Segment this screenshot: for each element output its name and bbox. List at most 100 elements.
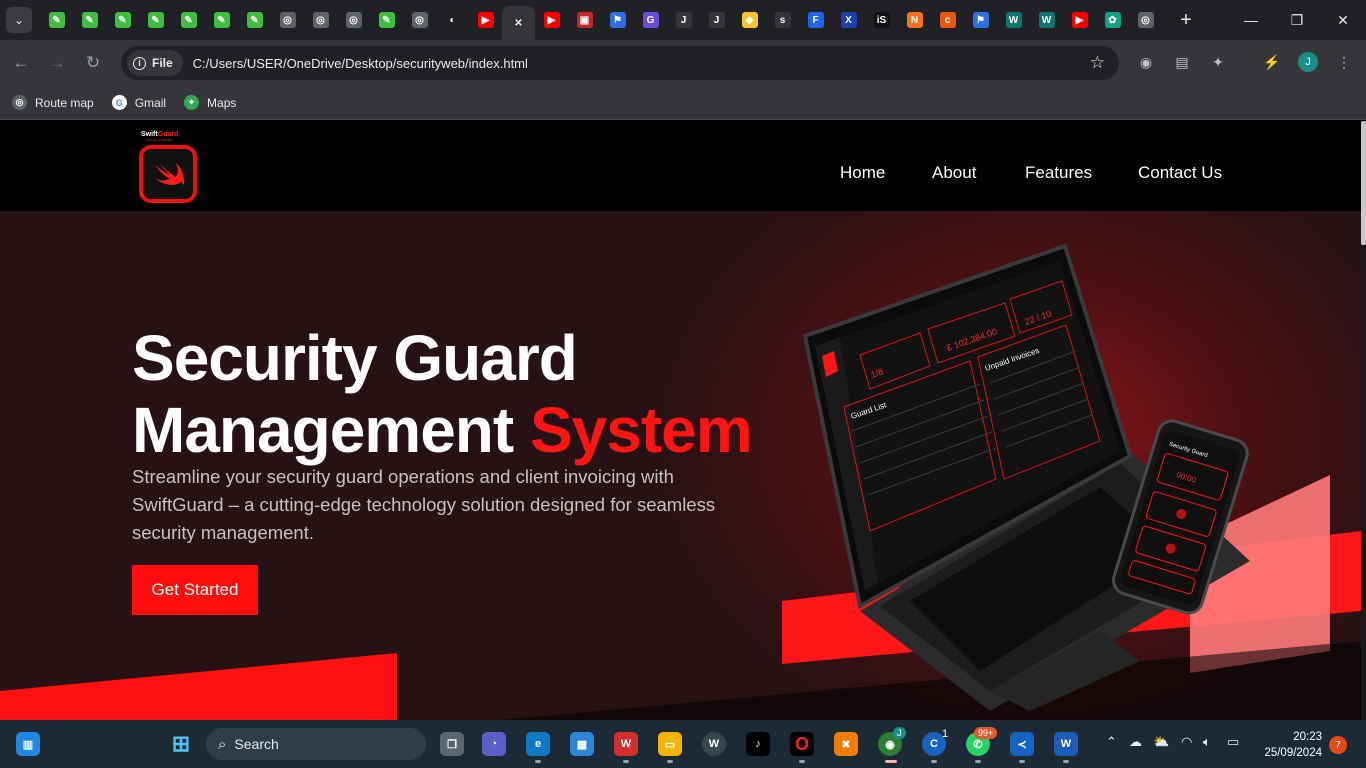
opera-icon[interactable]: O <box>790 732 814 756</box>
explorer-running-dot <box>667 760 673 763</box>
profile-avatar[interactable]: J <box>1297 51 1319 73</box>
scrollbar-thumb[interactable] <box>1361 121 1366 245</box>
browser-tab[interactable]: J <box>700 5 733 35</box>
bookmark-item[interactable]: ⌖ Maps <box>184 95 236 110</box>
page-scrollbar[interactable] <box>1361 121 1366 720</box>
menu-kebab-icon[interactable]: ⋮ <box>1333 51 1355 73</box>
browser-tab[interactable]: s <box>766 5 799 35</box>
back-button[interactable]: ← <box>6 48 36 78</box>
tiktok-icon[interactable]: ♪ <box>746 732 770 756</box>
browser-tab[interactable]: X <box>832 5 865 35</box>
browser-tab[interactable]: ✎ <box>139 5 172 35</box>
minimize-button[interactable]: — <box>1228 0 1274 40</box>
green-leaf-icon: ✎ <box>378 12 395 28</box>
wordpress-icon[interactable]: W <box>702 732 726 756</box>
browser-tab[interactable]: ▶ <box>469 5 502 35</box>
tray-network-alert-icon[interactable]: ☁ <box>1129 734 1142 750</box>
wps-office-icon[interactable]: W <box>614 732 638 756</box>
swiftguard-logo[interactable]: SwiftGuard Security on Standby <box>136 131 200 205</box>
tab-groups-icon[interactable]: ▤ <box>1171 51 1193 73</box>
browser-tab[interactable]: ⚑ <box>964 5 997 35</box>
file-explorer-icon[interactable]: ▭ <box>658 732 682 756</box>
bookmark-item[interactable]: G Gmail <box>111 95 166 110</box>
performance-icon[interactable]: ⚡ <box>1261 51 1283 73</box>
taskbar-search[interactable]: ⌕ Search <box>206 728 426 760</box>
forward-button[interactable]: → <box>42 48 72 78</box>
site-info-button[interactable]: i File <box>127 50 183 76</box>
browser-tab[interactable]: ◎ <box>271 5 304 35</box>
wifi-icon[interactable]: ◠ <box>1181 734 1192 750</box>
browser-tab[interactable]: N <box>898 5 931 35</box>
reload-button[interactable]: ↻ <box>78 48 108 78</box>
edge-icon[interactable]: e <box>526 732 550 756</box>
browser-tab[interactable]: W <box>997 5 1030 35</box>
bookmark-star-icon[interactable]: ☆ <box>1090 53 1105 73</box>
get-started-button[interactable]: Get Started <box>132 565 258 615</box>
browser-tab[interactable]: ◎ <box>304 5 337 35</box>
store-icon[interactable]: ▦ <box>570 732 594 756</box>
github-icon: ◐ <box>444 12 461 28</box>
nav-home[interactable]: Home <box>840 163 885 183</box>
browser-tab[interactable]: ✕ <box>502 6 535 40</box>
bookmarks-bar: ◎ Route map G Gmail ⌖ Maps <box>0 86 1366 120</box>
browser-tab[interactable]: ✎ <box>40 5 73 35</box>
nav-contact-us[interactable]: Contact Us <box>1138 163 1222 183</box>
browser-tab[interactable]: ◎ <box>337 5 370 35</box>
browser-tab[interactable]: F <box>799 5 832 35</box>
browser-tab[interactable]: ◆ <box>733 5 766 35</box>
nav-about[interactable]: About <box>932 163 976 183</box>
browser-tab[interactable]: ▶ <box>1063 5 1096 35</box>
browser-c-running-dot <box>931 760 937 763</box>
whatsapp-badge: 99+ <box>974 727 998 739</box>
browser-tab[interactable]: G <box>634 5 667 35</box>
browser-tab[interactable]: ⚑ <box>601 5 634 35</box>
new-tab-button[interactable]: + <box>1172 6 1200 34</box>
browser-tab[interactable]: ▣ <box>568 5 601 35</box>
sh-icon: s <box>774 12 791 28</box>
bookmark-item[interactable]: ◎ Route map <box>12 95 94 110</box>
volume-icon[interactable]: 🔈︎ <box>1203 734 1211 750</box>
browser-tab[interactable]: ✿ <box>1096 5 1129 35</box>
browser-tab[interactable]: J <box>667 5 700 35</box>
restore-button[interactable]: ❐ <box>1274 0 1320 40</box>
widgets-icon[interactable]: ▥ <box>16 732 40 756</box>
start-button[interactable]: ⊞ <box>169 731 193 756</box>
teams-chat-icon[interactable]: ◔ <box>482 732 506 756</box>
browser-tab[interactable]: ◎ <box>1129 5 1162 35</box>
tray-chevron-up-icon[interactable]: ⌃ <box>1106 734 1117 750</box>
browser-tab[interactable]: ✎ <box>106 5 139 35</box>
extension-icon[interactable]: ◉ <box>1135 51 1157 73</box>
browser-tab[interactable]: ✎ <box>370 5 403 35</box>
xampp-icon[interactable]: ✖ <box>834 732 858 756</box>
vscode-icon[interactable]: ≺ <box>1010 732 1034 756</box>
browser-tab[interactable]: ✎ <box>172 5 205 35</box>
notification-badge[interactable]: 7 <box>1329 736 1347 754</box>
chrome-profile-badge: J <box>893 727 906 739</box>
close-icon[interactable]: ✕ <box>511 15 527 31</box>
extensions-puzzle-icon[interactable]: ✦ <box>1207 51 1229 73</box>
browser-tab[interactable]: ✎ <box>205 5 238 35</box>
nav-features[interactable]: Features <box>1025 163 1092 183</box>
clock-date: 25/09/2024 <box>1264 747 1322 759</box>
task-view-icon[interactable]: ❐ <box>440 732 464 756</box>
browser-tab[interactable]: c <box>931 5 964 35</box>
browser-tab[interactable]: ✎ <box>73 5 106 35</box>
browser-tab[interactable]: W <box>1030 5 1063 35</box>
browser-tab[interactable]: ✎ <box>238 5 271 35</box>
logo-wordmark: SwiftGuard <box>141 131 179 138</box>
youtube-icon: ▶ <box>543 12 560 28</box>
tray-onedrive-icon[interactable]: ⛅ <box>1153 734 1169 750</box>
browser-tab[interactable]: ▶ <box>535 5 568 35</box>
browser-tab[interactable]: ◎ <box>403 5 436 35</box>
word-icon[interactable]: W <box>1054 732 1078 756</box>
address-bar[interactable]: i File C:/Users/USER/OneDrive/Desktop/se… <box>121 46 1119 80</box>
tab-search-button[interactable]: ⌄ <box>6 7 32 33</box>
battery-icon[interactable]: ▭ <box>1227 734 1239 750</box>
browser-tab[interactable]: ◐ <box>436 5 469 35</box>
google-icon: G <box>111 95 127 110</box>
system-clock[interactable]: 20:23 25/09/2024 <box>1264 729 1322 761</box>
close-window-button[interactable]: ✕ <box>1320 0 1366 40</box>
grammarly-icon: G <box>642 12 659 28</box>
browser-tab[interactable]: iS <box>865 5 898 35</box>
url-text[interactable]: C:/Users/USER/OneDrive/Desktop/securityw… <box>193 56 528 71</box>
